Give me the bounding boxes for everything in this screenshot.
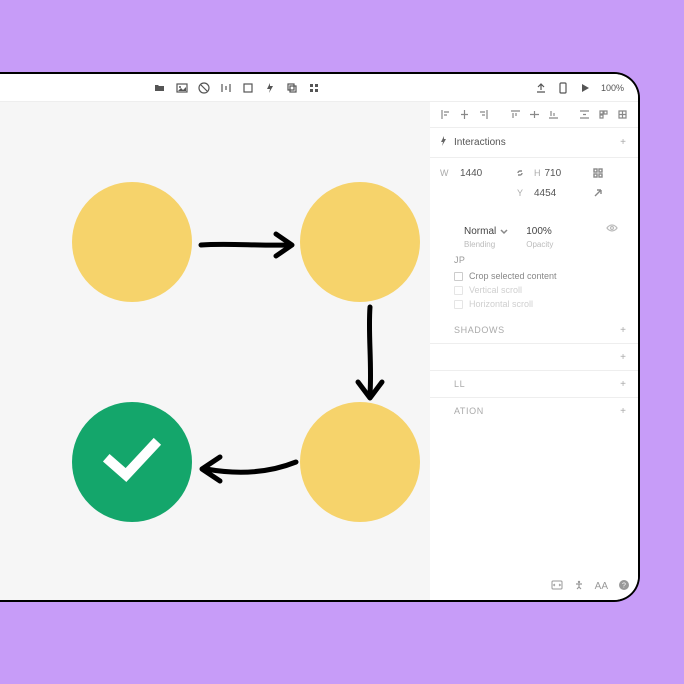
align-top-icon[interactable] — [510, 109, 521, 120]
opacity-value[interactable]: 100% — [526, 226, 553, 237]
animation-section: ATION + — [430, 398, 638, 424]
y-label: Y — [517, 188, 523, 198]
distribute-h-icon[interactable] — [220, 82, 232, 94]
aa-button[interactable]: AA — [595, 581, 608, 592]
copy-icon[interactable] — [286, 82, 298, 94]
insert-frame-icon[interactable] — [242, 82, 254, 94]
topbar: 100% — [0, 74, 638, 102]
arrow-2-to-3 — [352, 304, 388, 404]
blend-mode-select[interactable]: Normal — [464, 226, 508, 237]
distribute-v-icon[interactable] — [579, 109, 590, 120]
h-label: H — [534, 168, 541, 178]
link-wh-icon[interactable] — [513, 166, 527, 180]
flow-node-1[interactable] — [72, 182, 192, 302]
shadows-section: Shadows + — [430, 317, 638, 344]
shadows-title: Shadows — [440, 325, 505, 335]
arrow-3-to-4 — [196, 452, 300, 486]
height-value[interactable]: 710 — [545, 168, 562, 179]
flow-node-3[interactable] — [300, 402, 420, 522]
interactions-section: Interactions + — [430, 128, 638, 158]
image-icon[interactable] — [176, 82, 188, 94]
upload-icon[interactable] — [535, 82, 547, 94]
align-right-icon[interactable] — [478, 109, 489, 120]
flow-node-done[interactable] — [72, 402, 192, 522]
resize-icon[interactable] — [591, 186, 605, 200]
inspector-panel: Interactions + W 1440 H 710 Y 4454 Normal — [430, 102, 638, 600]
corner-radius-icon[interactable] — [591, 166, 605, 180]
play-icon[interactable] — [579, 82, 591, 94]
fill-section: LL + — [430, 371, 638, 398]
extra-section-1: + — [430, 344, 638, 371]
svg-text:?: ? — [622, 583, 626, 590]
code-icon[interactable] — [551, 579, 563, 594]
add-shadow-button[interactable]: + — [618, 325, 628, 335]
bolt-icon — [440, 136, 448, 149]
arrow-1-to-2 — [198, 230, 298, 260]
animation-title: ATION — [440, 406, 484, 416]
group-section-title: JP — [454, 255, 628, 265]
y-value[interactable]: 4454 — [534, 188, 580, 199]
align-left-icon[interactable] — [440, 109, 451, 120]
align-center-h-icon[interactable] — [459, 109, 470, 120]
align-bottom-icon[interactable] — [548, 109, 559, 120]
w-label: W — [440, 168, 452, 178]
align-center-v-icon[interactable] — [529, 109, 540, 120]
bolt-icon[interactable] — [264, 82, 276, 94]
tidy-icon[interactable] — [598, 109, 609, 120]
width-value[interactable]: 1440 — [460, 168, 506, 179]
opacity-label: Opacity — [526, 240, 553, 249]
dimensions-section: W 1440 H 710 Y 4454 — [430, 158, 638, 204]
chevron-down-icon — [500, 228, 508, 236]
help-icon[interactable]: ? — [618, 579, 630, 594]
group-options: JP Crop selected content Vertical scroll… — [430, 251, 638, 317]
device-icon[interactable] — [557, 82, 569, 94]
blending-section: Normal Blending 100% Opacity — [430, 204, 638, 251]
crop-content-checkbox[interactable]: Crop selected content — [454, 271, 628, 281]
app-window: 100% — [0, 72, 640, 602]
folder-icon[interactable] — [154, 82, 166, 94]
grid-icon[interactable] — [617, 109, 628, 120]
add-interaction-button[interactable]: + — [618, 138, 628, 148]
check-icon — [102, 435, 162, 490]
add-button-1[interactable]: + — [618, 352, 628, 362]
blend-mode-label: Blending — [464, 240, 508, 249]
flow-node-2[interactable] — [300, 182, 420, 302]
alignment-row — [430, 102, 638, 128]
canvas[interactable] — [0, 102, 430, 600]
stop-icon[interactable] — [198, 82, 210, 94]
zoom-level[interactable]: 100% — [601, 83, 624, 93]
interactions-title: Interactions — [454, 137, 506, 148]
horizontal-scroll-checkbox[interactable]: Horizontal scroll — [454, 299, 628, 309]
components-icon[interactable] — [308, 82, 320, 94]
accessibility-icon[interactable] — [573, 579, 585, 594]
visibility-icon[interactable] — [606, 222, 618, 236]
footer-controls: AA ? — [438, 579, 630, 594]
vertical-scroll-checkbox[interactable]: Vertical scroll — [454, 285, 628, 295]
add-animation-button[interactable]: + — [618, 406, 628, 416]
fill-title: LL — [440, 379, 465, 389]
add-fill-button[interactable]: + — [618, 379, 628, 389]
